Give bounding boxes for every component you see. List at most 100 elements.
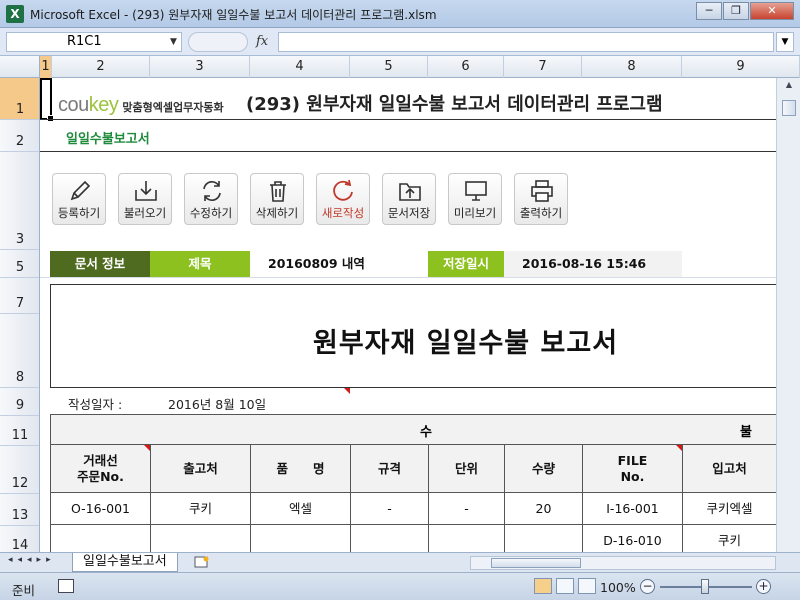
trash-icon <box>270 181 286 202</box>
register-button[interactable]: 등록하기 <box>52 173 106 225</box>
save-document-button[interactable]: 문서저장 <box>382 173 436 225</box>
sheet-tab[interactable]: 일일수불보고서 <box>72 553 178 572</box>
select-all-corner[interactable] <box>0 56 40 78</box>
table-cell[interactable]: - <box>350 492 428 524</box>
function-icon[interactable]: fx <box>256 34 268 49</box>
date-label: 작성일자 : <box>68 397 123 412</box>
zoom-slider-thumb[interactable] <box>701 579 709 594</box>
active-cell-cursor[interactable] <box>40 78 54 122</box>
column-header[interactable]: 3 <box>150 56 250 78</box>
divider <box>40 151 776 152</box>
comment-indicator[interactable] <box>144 445 150 451</box>
table-cell[interactable] <box>350 524 428 552</box>
horizontal-scrollbar[interactable] <box>470 556 776 570</box>
group-in-label: 수 <box>420 425 432 440</box>
delete-button[interactable]: 삭제하기 <box>250 173 304 225</box>
table-cell[interactable]: 쿠키 <box>682 524 776 552</box>
scroll-thumb[interactable] <box>782 100 796 116</box>
table-cell[interactable]: 20 <box>504 492 582 524</box>
col-header-file-no: FILE No. <box>582 444 682 492</box>
scroll-up-icon[interactable]: ▲ <box>782 80 796 94</box>
zoom-out-icon[interactable]: − <box>640 579 655 594</box>
insert-sheet-icon[interactable] <box>194 556 210 568</box>
formula-input[interactable] <box>278 32 774 52</box>
table-cell[interactable]: 쿠키 <box>150 492 250 524</box>
action-toolbar: 등록하기 불러오기 수정하기 삭제하기 새로작성 문서저장 미리보기 출력하기 <box>52 173 580 225</box>
vertical-scrollbar[interactable]: ▲ <box>776 78 800 552</box>
col-header-quantity: 수량 <box>504 444 582 492</box>
column-header[interactable]: 8 <box>582 56 682 78</box>
table-cell[interactable] <box>150 524 250 552</box>
row-header[interactable]: 5 <box>0 250 39 278</box>
table-cell[interactable] <box>250 524 350 552</box>
table-cell[interactable]: D-16-010 <box>582 524 682 552</box>
row-header[interactable]: 7 <box>0 278 39 314</box>
zoom-level[interactable]: 100% <box>600 580 636 595</box>
row-header[interactable]: 14 <box>0 526 39 552</box>
coukey-logo: coukey 맞춤형엑셀업무자동화 <box>58 94 224 117</box>
table-cell[interactable]: 엑셀 <box>250 492 350 524</box>
new-document-button[interactable]: 새로작성 <box>316 173 370 225</box>
date-value[interactable]: 2016년 8월 10일 <box>168 394 266 413</box>
row-header[interactable]: 8 <box>0 314 39 388</box>
row-headers: 1 2 3 5 7 8 9 11 12 13 14 <box>0 78 40 552</box>
brand-name-a: cou <box>58 94 89 116</box>
row-header[interactable]: 12 <box>0 446 39 494</box>
column-header[interactable]: 6 <box>428 56 504 78</box>
printer-icon <box>531 180 553 202</box>
column-header[interactable]: 7 <box>504 56 582 78</box>
row-header[interactable]: 1 <box>0 78 39 120</box>
row-header[interactable]: 3 <box>0 152 39 250</box>
view-buttons <box>534 578 600 594</box>
row-header[interactable]: 9 <box>0 388 39 416</box>
column-header[interactable]: 4 <box>250 56 350 78</box>
zoom-in-icon[interactable]: + <box>756 579 771 594</box>
table-cell[interactable]: O-16-001 <box>50 492 150 524</box>
title-value[interactable]: 20160809 내역 <box>250 251 428 277</box>
circular-arrow-icon <box>333 179 353 201</box>
load-button[interactable]: 불러오기 <box>118 173 172 225</box>
brand-tagline: 맞춤형엑셀업무자동화 <box>122 101 224 114</box>
table-cell[interactable] <box>428 524 504 552</box>
expand-formula-icon[interactable]: ▼ <box>776 32 794 52</box>
table-cell[interactable] <box>50 524 150 552</box>
sheet-subtitle: 일일수불보고서 <box>66 132 150 147</box>
row-header[interactable]: 11 <box>0 416 39 446</box>
print-button[interactable]: 출력하기 <box>514 173 568 225</box>
group-header-row <box>50 414 776 444</box>
comment-indicator[interactable] <box>344 388 350 394</box>
normal-view-icon[interactable] <box>534 578 552 594</box>
macro-record-icon[interactable] <box>58 579 74 593</box>
tab-navigation-arrows[interactable]: ◂◂◂▸▸ <box>8 555 56 565</box>
row-header[interactable]: 2 <box>0 120 39 152</box>
report-title-box: 원부자재 일일수불 보고서 <box>50 284 776 388</box>
page-layout-view-icon[interactable] <box>556 578 574 594</box>
restore-button[interactable]: ❐ <box>723 2 749 20</box>
table-cell[interactable]: - <box>428 492 504 524</box>
column-header[interactable]: 9 <box>682 56 800 78</box>
document-info-row: 문서 정보 제목 20160809 내역 저장일시 2016-08-16 15:… <box>50 251 682 277</box>
table-cell[interactable]: I-16-001 <box>582 492 682 524</box>
preview-button[interactable]: 미리보기 <box>448 173 502 225</box>
minimize-button[interactable]: ─ <box>696 2 722 20</box>
sheet-tab-bar: ◂◂◂▸▸ 일일수불보고서 <box>0 552 800 572</box>
close-button[interactable]: ✕ <box>750 2 794 20</box>
comment-indicator[interactable] <box>676 445 682 451</box>
col-header-shipper: 출고처 <box>150 444 250 492</box>
column-header[interactable]: 2 <box>52 56 150 78</box>
formula-controls[interactable] <box>188 32 248 52</box>
refresh-icon <box>203 181 221 201</box>
col-header-receiver: 입고처 <box>682 444 776 492</box>
table-cell[interactable] <box>504 524 582 552</box>
chevron-down-icon[interactable]: ▼ <box>170 32 177 52</box>
row-header[interactable]: 13 <box>0 494 39 526</box>
page-break-view-icon[interactable] <box>578 578 596 594</box>
scroll-thumb[interactable] <box>491 558 581 568</box>
table-cell[interactable]: 쿠키엑셀 <box>682 492 776 524</box>
column-header[interactable]: 1 <box>40 56 52 78</box>
title-label: 제목 <box>150 251 250 277</box>
edit-button[interactable]: 수정하기 <box>184 173 238 225</box>
worksheet[interactable]: coukey 맞춤형엑셀업무자동화 (293) 원부자재 일일수불 보고서 데이터… <box>40 78 776 552</box>
column-header[interactable]: 5 <box>350 56 428 78</box>
name-box[interactable]: R1C1 <box>6 32 182 52</box>
